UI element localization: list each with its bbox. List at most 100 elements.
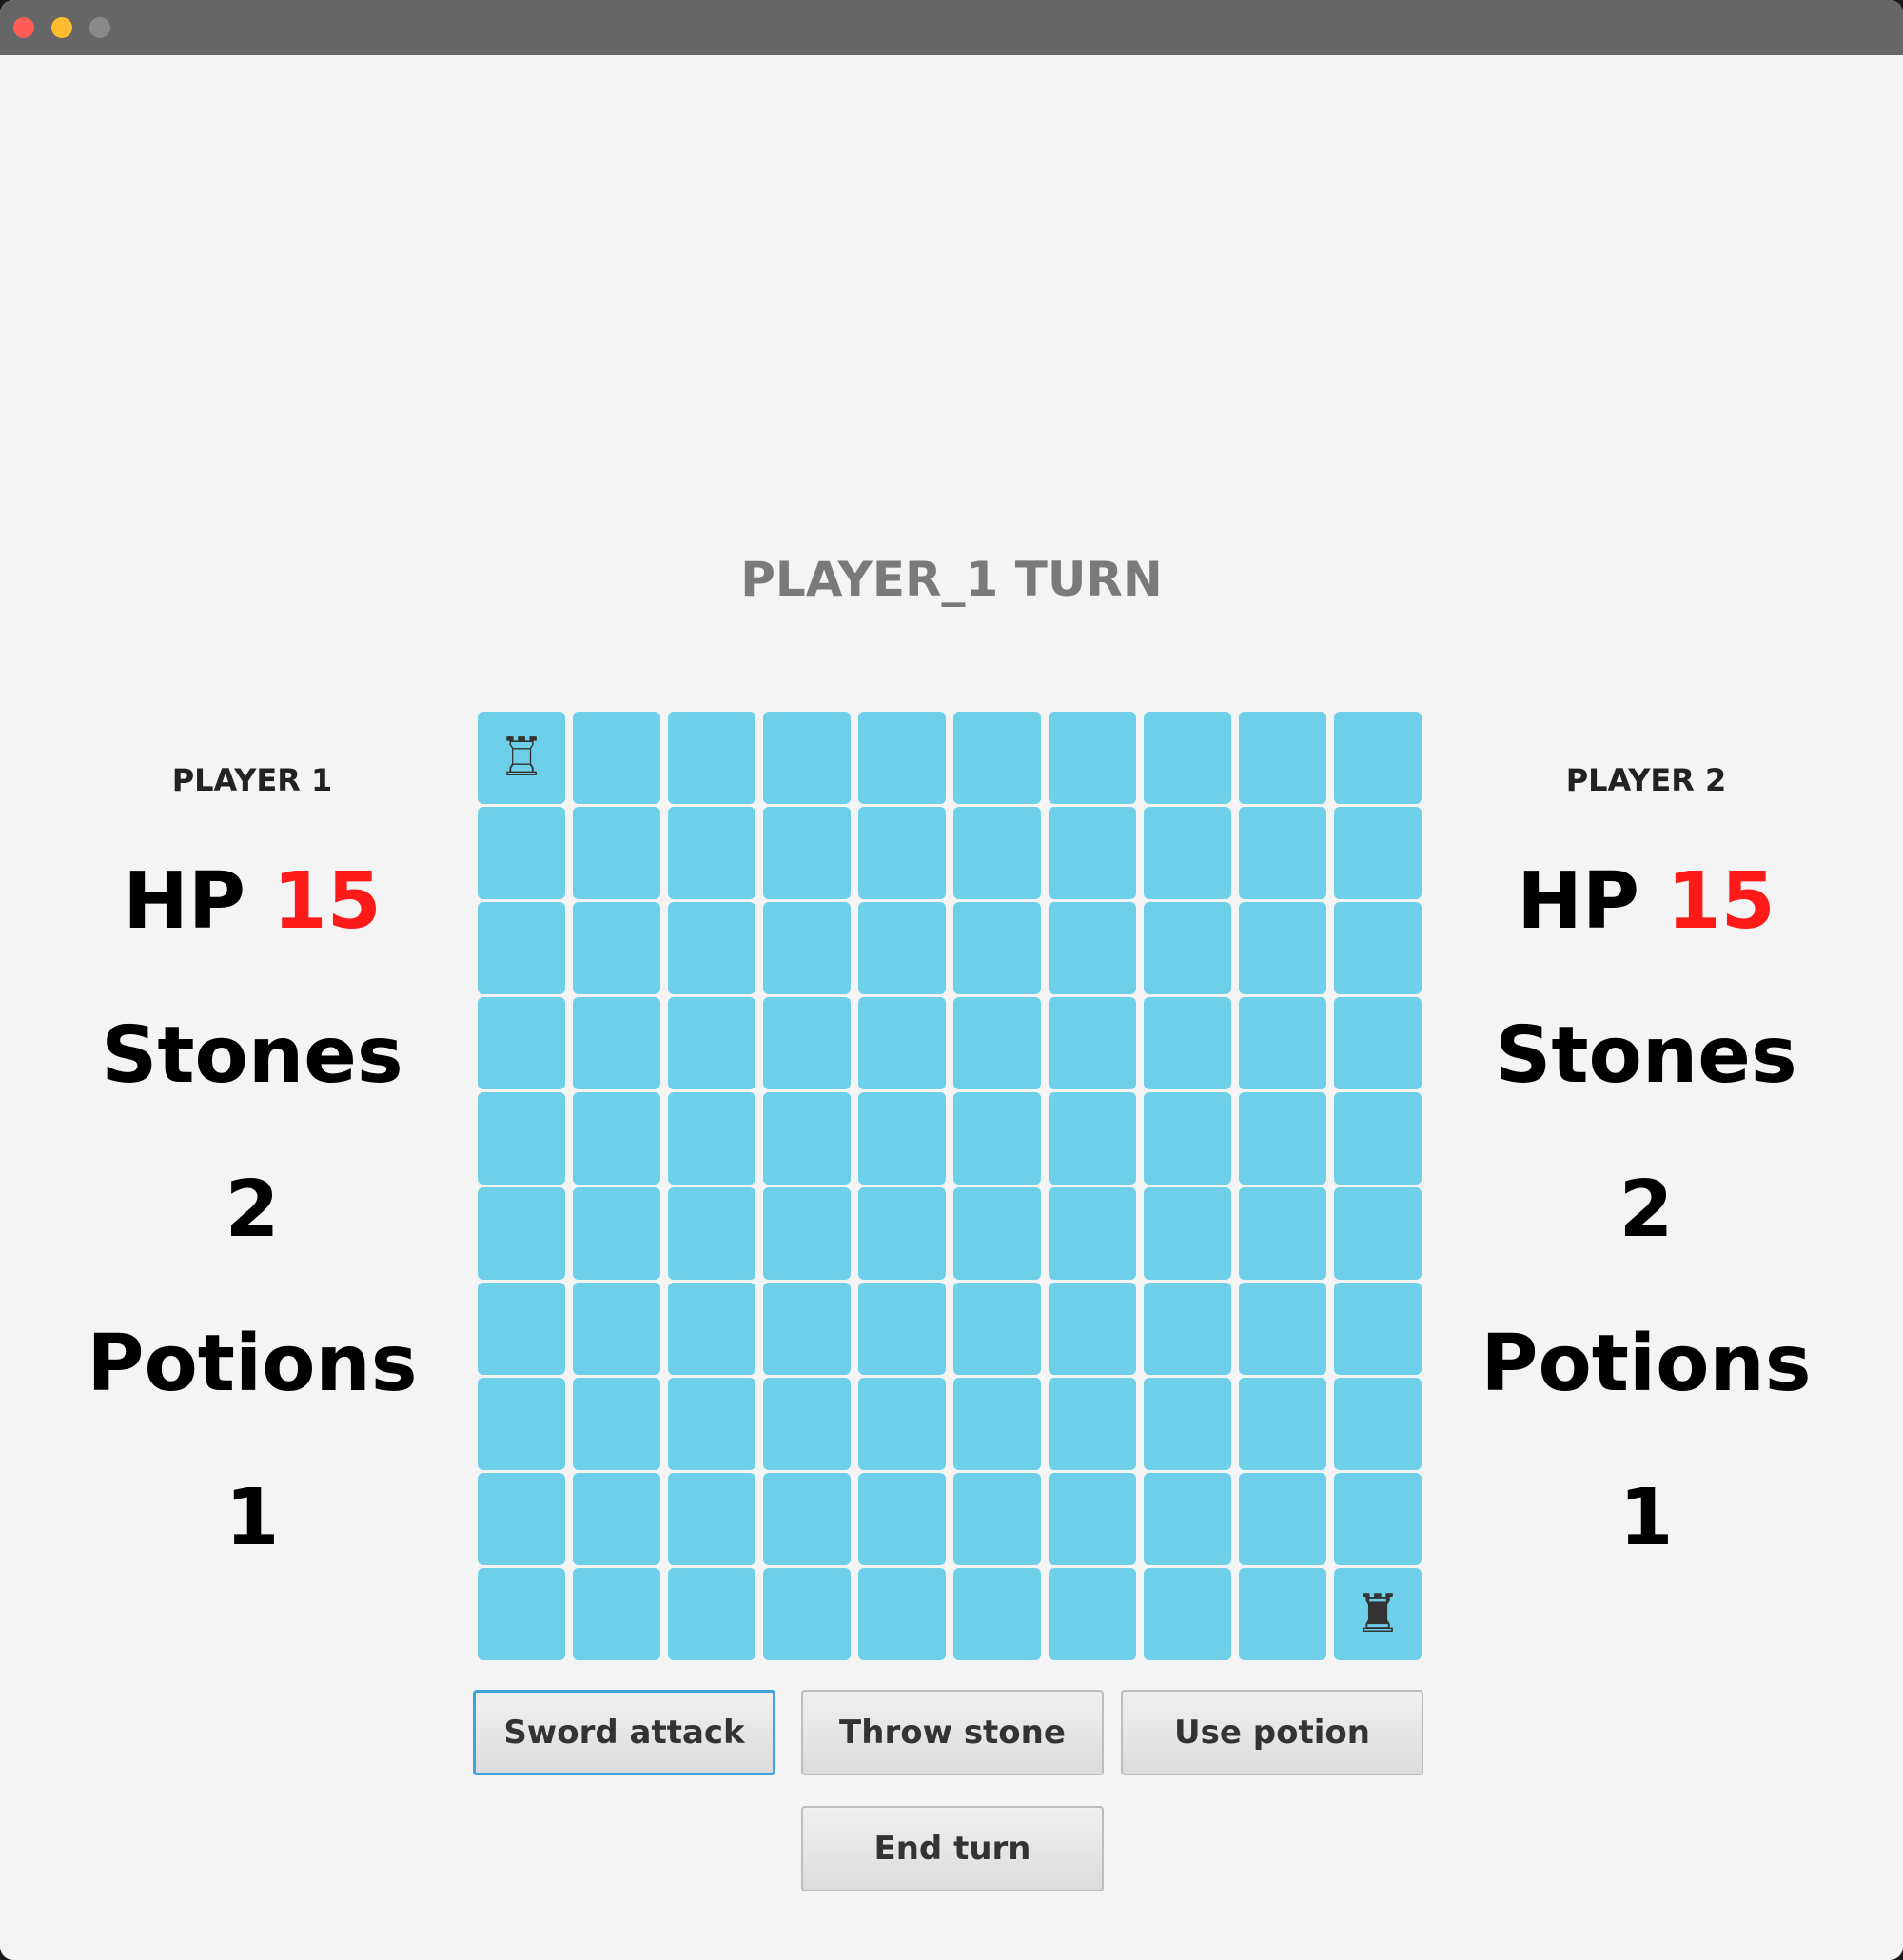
board-cell[interactable] [668, 902, 755, 994]
board-cell[interactable] [763, 1092, 851, 1185]
board-cell[interactable] [763, 807, 851, 899]
board-cell[interactable] [1334, 997, 1422, 1089]
board-cell[interactable] [763, 1378, 851, 1470]
board-cell[interactable] [1144, 997, 1231, 1089]
board-cell[interactable] [953, 712, 1041, 804]
board-cell[interactable] [1334, 1473, 1422, 1565]
board-cell[interactable] [763, 1187, 851, 1280]
board-cell[interactable] [1334, 1092, 1422, 1185]
board-cell[interactable] [1334, 712, 1422, 804]
board-cell[interactable] [1049, 1092, 1136, 1185]
board-cell[interactable] [1144, 1568, 1231, 1660]
board-cell[interactable] [668, 1568, 755, 1660]
board-cell[interactable] [573, 1473, 660, 1565]
board-cell[interactable] [1334, 1283, 1422, 1375]
board-cell[interactable] [478, 1187, 565, 1280]
board-cell[interactable] [478, 1473, 565, 1565]
board-cell[interactable] [763, 902, 851, 994]
board-cell[interactable] [763, 712, 851, 804]
board-cell[interactable] [1239, 807, 1326, 899]
board-cell[interactable] [573, 1283, 660, 1375]
board-cell[interactable] [953, 1092, 1041, 1185]
board-cell[interactable] [858, 1283, 946, 1375]
board-cell[interactable] [858, 1187, 946, 1280]
sword-attack-button[interactable]: Sword attack [473, 1690, 775, 1775]
board-cell[interactable] [573, 1092, 660, 1185]
board-cell[interactable] [668, 1473, 755, 1565]
board-cell[interactable] [1334, 1187, 1422, 1280]
board-cell[interactable] [953, 902, 1041, 994]
board-cell[interactable] [668, 1378, 755, 1470]
board-cell[interactable] [1049, 1473, 1136, 1565]
board-cell[interactable] [1049, 807, 1136, 899]
board-cell[interactable] [858, 902, 946, 994]
board-cell[interactable] [1239, 1378, 1326, 1470]
board-cell[interactable] [1334, 1378, 1422, 1470]
board-cell[interactable] [1239, 1283, 1326, 1375]
board-cell[interactable] [953, 807, 1041, 899]
board-cell[interactable] [1239, 712, 1326, 804]
board-cell[interactable] [478, 902, 565, 994]
board-cell[interactable] [1144, 902, 1231, 994]
board-cell[interactable] [478, 1378, 565, 1470]
board-cell[interactable] [953, 997, 1041, 1089]
board-cell[interactable] [858, 712, 946, 804]
board-cell[interactable] [953, 1378, 1041, 1470]
board-cell[interactable] [573, 1378, 660, 1470]
board-cell[interactable] [668, 1092, 755, 1185]
board-cell[interactable] [573, 997, 660, 1089]
board-cell[interactable] [1334, 807, 1422, 899]
board-cell[interactable] [1144, 1187, 1231, 1280]
board-cell[interactable] [1144, 1473, 1231, 1565]
board-cell[interactable] [478, 1568, 565, 1660]
board-cell[interactable] [763, 1568, 851, 1660]
throw-stone-button[interactable]: Throw stone [801, 1690, 1104, 1775]
board-cell[interactable] [478, 807, 565, 899]
board-cell[interactable] [858, 807, 946, 899]
board-cell[interactable] [1239, 902, 1326, 994]
board-cell[interactable] [953, 1187, 1041, 1280]
board-cell[interactable] [1239, 1092, 1326, 1185]
board-cell[interactable] [858, 1092, 946, 1185]
board-cell[interactable] [668, 712, 755, 804]
board-cell[interactable]: ♜ [1334, 1568, 1422, 1660]
board-cell[interactable] [1144, 1378, 1231, 1470]
board-cell[interactable] [1144, 712, 1231, 804]
board-cell[interactable] [1049, 712, 1136, 804]
board-cell[interactable] [1049, 1283, 1136, 1375]
board-cell[interactable] [858, 1568, 946, 1660]
board-cell[interactable] [858, 1378, 946, 1470]
board-cell[interactable] [573, 1187, 660, 1280]
end-turn-button[interactable]: End turn [801, 1806, 1104, 1891]
board-cell[interactable] [1049, 902, 1136, 994]
board-cell[interactable] [1049, 1187, 1136, 1280]
board-cell[interactable] [668, 1283, 755, 1375]
close-window-icon[interactable] [13, 17, 34, 38]
board-cell[interactable] [1334, 902, 1422, 994]
board-cell[interactable] [953, 1473, 1041, 1565]
board-cell[interactable] [668, 1187, 755, 1280]
board-cell[interactable] [668, 997, 755, 1089]
board-cell[interactable] [953, 1568, 1041, 1660]
board-cell[interactable] [573, 1568, 660, 1660]
board-cell[interactable] [858, 997, 946, 1089]
board-cell[interactable] [573, 902, 660, 994]
board-cell[interactable] [1239, 997, 1326, 1089]
board-cell[interactable] [763, 1473, 851, 1565]
board-cell[interactable]: ♖ [478, 712, 565, 804]
board-cell[interactable] [573, 807, 660, 899]
board-cell[interactable] [1144, 1092, 1231, 1185]
board-cell[interactable] [478, 1092, 565, 1185]
board-cell[interactable] [1049, 1568, 1136, 1660]
board-cell[interactable] [1049, 1378, 1136, 1470]
board-cell[interactable] [1049, 997, 1136, 1089]
board-cell[interactable] [763, 1283, 851, 1375]
board-cell[interactable] [1239, 1187, 1326, 1280]
board-cell[interactable] [763, 997, 851, 1089]
minimize-window-icon[interactable] [51, 17, 72, 38]
board-cell[interactable] [478, 997, 565, 1089]
board-cell[interactable] [858, 1473, 946, 1565]
board-cell[interactable] [573, 712, 660, 804]
board-cell[interactable] [668, 807, 755, 899]
board-cell[interactable] [1239, 1568, 1326, 1660]
